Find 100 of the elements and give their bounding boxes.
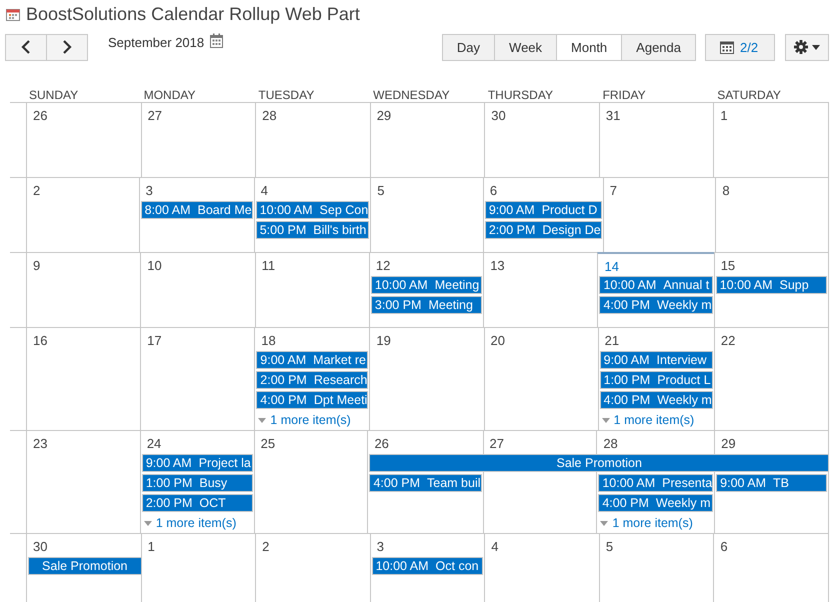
event-bar[interactable]: 10:00 AM Oct con <box>372 557 484 575</box>
next-button[interactable] <box>46 34 88 60</box>
day-number: 28 <box>603 436 618 451</box>
weekday-header: FRIDAY <box>602 88 647 102</box>
day-number: 25 <box>260 436 276 451</box>
view-tab[interactable]: Day <box>442 34 496 60</box>
day-number: 21 <box>604 333 620 348</box>
previous-button[interactable] <box>5 34 47 60</box>
event-time: 8:00 AM <box>144 203 190 217</box>
event-time: 9:00 AM <box>488 203 535 217</box>
pager-button[interactable]: 2/2 <box>705 34 775 60</box>
event-bar[interactable]: 9:00 AM Market re <box>256 351 368 369</box>
event-bar[interactable]: 4:00 PM Dpt Meeti <box>256 391 368 409</box>
event-title: Dpt Meeti <box>314 393 368 407</box>
more-link[interactable]: 1 more item(s) <box>140 513 254 533</box>
day-number: 26 <box>374 436 389 451</box>
event-bar[interactable]: 4:00 PM Weekly m <box>598 494 714 512</box>
event-bar[interactable]: 1:00 PM Product L <box>600 371 713 389</box>
event-bar[interactable]: 8:00 AM Board Me <box>140 201 253 219</box>
view-tab[interactable]: Agenda <box>621 34 696 60</box>
view-tab[interactable]: Month <box>556 34 622 60</box>
calendar-icon <box>720 40 734 54</box>
day-number: 2 <box>262 539 270 554</box>
weekday-header: SUNDAY <box>28 88 80 102</box>
event-time: 4:00 PM <box>260 393 307 407</box>
event-bar[interactable]: 9:00 AM Interview <box>600 351 713 369</box>
event-title: Project la <box>198 456 251 470</box>
event-bar[interactable]: 10:00 AM Meeting <box>370 276 482 294</box>
event-bar[interactable]: 1:00 PM Busy <box>142 474 253 492</box>
event-title: Sep Con <box>320 203 368 217</box>
event-time: 9:00 AM <box>720 476 766 490</box>
caret-icon <box>144 520 152 526</box>
event-title: Design De <box>542 223 601 237</box>
event-bar[interactable]: 4:00 PM Team buil <box>369 474 482 492</box>
day-number: 5 <box>377 183 384 198</box>
calendar-icon[interactable] <box>210 32 224 48</box>
caret-icon <box>258 418 266 422</box>
event-title: Interview <box>656 353 707 367</box>
event-bar[interactable]: 2:00 PM OCT <box>142 494 253 512</box>
settings-icon <box>794 40 808 54</box>
event-title: TB <box>773 476 790 490</box>
page-title: BoostSolutions Calendar Rollup Web Part <box>26 4 360 24</box>
event-bar[interactable]: 9:00 AM Product D <box>484 201 602 219</box>
day-number: 30 <box>33 539 48 554</box>
event-banner[interactable]: Sale Promotion <box>28 557 141 575</box>
day-number: 16 <box>33 333 48 348</box>
caret-icon <box>602 418 610 422</box>
day-number: 3 <box>376 539 384 554</box>
event-time: 1:00 PM <box>146 476 192 490</box>
event-bar[interactable]: 9:00 AM Project la <box>142 454 253 472</box>
event-time: 2:00 PM <box>146 496 192 510</box>
day-number: 12 <box>376 258 390 273</box>
event-time: 10:00 AM <box>374 278 428 292</box>
day-number: 2 <box>33 183 40 198</box>
event-bar[interactable]: 4:00 PM Weekly m <box>599 296 713 314</box>
event-time: 5:00 PM <box>260 223 306 237</box>
event-bar[interactable]: 3:00 PM Meeting <box>370 296 482 314</box>
event-title: Weekly m <box>656 496 711 510</box>
event-time: 1:00 PM <box>604 373 650 387</box>
settings-button[interactable] <box>785 34 829 60</box>
event-time: 4:00 PM <box>373 476 420 490</box>
event-time: 2:00 PM <box>488 223 536 237</box>
event-time: 10:00 AM <box>720 278 773 292</box>
more-link[interactable]: 1 more item(s) <box>254 410 370 430</box>
day-number: 27 <box>490 436 504 451</box>
event-time: 10:00 AM <box>602 476 656 490</box>
more-link[interactable]: 1 more item(s) <box>596 513 714 533</box>
event-time: 9:00 AM <box>146 456 192 470</box>
event-time: 9:00 AM <box>604 353 650 367</box>
event-bar[interactable]: 4:00 PM Weekly m <box>600 391 713 409</box>
day-number: 11 <box>262 258 276 273</box>
weekday-header: MONDAY <box>142 88 196 102</box>
event-bar[interactable]: 2:00 PM Research <box>256 371 368 389</box>
day-number: 8 <box>722 183 730 198</box>
weekday-header: THURSDAY <box>486 88 554 102</box>
event-bar[interactable]: 10:00 AM Supp <box>716 276 827 294</box>
event-bar[interactable]: 5:00 PM Bill's birth <box>256 221 370 239</box>
event-bar[interactable]: 2:00 PM Design De <box>484 221 602 239</box>
event-title: Product L <box>657 373 711 387</box>
event-bar[interactable]: 10:00 AM Sep Con <box>256 201 370 219</box>
event-time: 3:00 PM <box>374 298 422 312</box>
day-number: 23 <box>33 436 48 451</box>
event-title: Weekly m <box>657 298 712 312</box>
event-bar[interactable]: 10:00 AM Annual t <box>599 276 713 294</box>
event-title: Supp <box>780 278 809 292</box>
event-banner[interactable]: Sale Promotion <box>369 454 828 472</box>
day-number: 27 <box>148 108 162 123</box>
day-number: 30 <box>491 108 506 123</box>
day-number: 18 <box>261 333 276 348</box>
more-link[interactable]: 1 more item(s) <box>598 410 714 430</box>
day-number: 14 <box>604 259 619 274</box>
event-title: Meeting <box>434 278 480 292</box>
event-title: Oct con <box>436 559 479 573</box>
day-number: 9 <box>33 258 40 273</box>
chevron-right-icon <box>62 40 72 54</box>
event-title: Research <box>314 373 368 387</box>
chevron-left-icon <box>21 40 31 54</box>
event-bar[interactable]: 9:00 AM TB <box>716 474 827 492</box>
view-tab[interactable]: Week <box>494 34 558 60</box>
event-title: Busy <box>199 476 228 490</box>
